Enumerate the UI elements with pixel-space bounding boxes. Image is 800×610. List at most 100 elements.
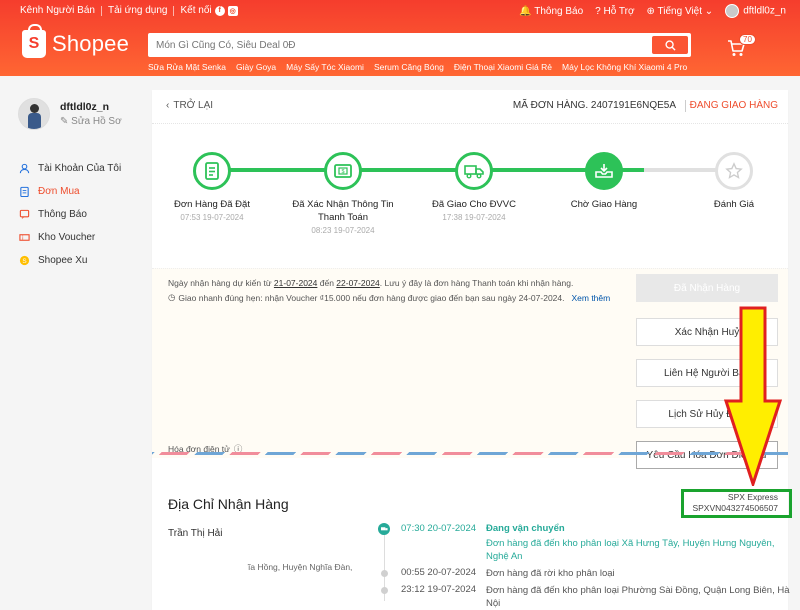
- back-button[interactable]: ‹ TRỞ LẠI: [166, 100, 213, 111]
- delivery-date-to: 22-07-2024: [336, 278, 380, 288]
- step-label: Đơn Hàng Đã Đặt: [174, 199, 250, 210]
- avatar: [725, 4, 740, 18]
- step-payment-confirmed: $ Đã Xác Nhận Thông Tin Thanh Toán 08:23…: [283, 152, 403, 235]
- sidebar-item-label: Đơn Mua: [38, 186, 80, 197]
- step-time: 17:38 19-07-2024: [442, 213, 506, 222]
- truck-icon: [455, 152, 493, 190]
- payment-icon: $: [324, 152, 362, 190]
- chevron-down-icon: ⌄: [704, 5, 714, 17]
- search-bar: [148, 33, 691, 57]
- step-label: Đánh Giá: [713, 199, 755, 210]
- header: Kênh Người Bán Tải ứng dụng Kết nối f ◎ …: [0, 0, 800, 76]
- on-time-guarantee: ◷ Giao nhanh đúng hẹn: nhận Voucher ₫15.…: [168, 292, 610, 303]
- user-icon: [18, 163, 30, 175]
- suggestion-link[interactable]: Serum Căng Bóng: [374, 62, 444, 72]
- suggestion-link[interactable]: Máy Lọc Không Khí Xiaomi 4 Pro: [562, 62, 687, 72]
- sidebar-item-label: Kho Voucher: [38, 232, 96, 243]
- order-header: ‹ TRỞ LẠI MÃ ĐƠN HÀNG. 2407191E6NQE5A ĐA…: [152, 90, 788, 124]
- order-received-button[interactable]: Đã Nhận Hàng: [636, 274, 778, 302]
- step-time: 08:23 19-07-2024: [311, 226, 375, 235]
- language-selector[interactable]: ⊕ Tiếng Việt ⌄: [647, 6, 714, 17]
- truck-icon: [378, 523, 390, 535]
- suggestion-link[interactable]: Sữa Rửa Mặt Senka: [148, 62, 226, 72]
- star-icon: [715, 152, 753, 190]
- search-suggestions: Sữa Rửa Mặt Senka Giày Goya Máy Sấy Tóc …: [148, 62, 687, 72]
- notice-text: . Lưu ý đây là đơn hàng Thanh toán khi n…: [379, 278, 574, 288]
- see-more-link[interactable]: Xem thêm: [571, 293, 610, 303]
- step-order-placed: Đơn Hàng Đã Đặt 07:53 19-07-2024: [152, 152, 272, 222]
- clock-icon: ◷: [168, 292, 176, 302]
- guarantee-text: Giao nhanh đúng hẹn: nhận Voucher ₫15.00…: [178, 292, 565, 303]
- receipt-icon: [193, 152, 231, 190]
- notifications-label: Thông Báo: [534, 5, 584, 17]
- globe-icon: ⊕: [646, 5, 655, 17]
- timeline-status: Đang vận chuyển: [486, 523, 565, 534]
- timeline-desc: Đơn hàng đã rời kho phân loại: [486, 568, 615, 579]
- language-label: Tiếng Việt: [657, 5, 703, 17]
- suggestion-link[interactable]: Máy Sấy Tóc Xiaomi: [286, 62, 364, 72]
- cart-button[interactable]: 70: [727, 34, 756, 60]
- edit-profile-link[interactable]: ✎ Sửa Hồ Sơ: [60, 116, 122, 127]
- svg-text:S: S: [22, 258, 26, 265]
- timeline-desc: Đơn hàng đã đến kho phân loại Xã Hưng Tâ…: [486, 538, 775, 549]
- suggestion-link[interactable]: Giày Goya: [236, 62, 276, 72]
- address-title: Địa Chỉ Nhận Hàng: [168, 496, 289, 512]
- sidebar-item-label: Thông Báo: [38, 209, 87, 220]
- help-link[interactable]: ? Hỗ Trợ: [595, 6, 634, 17]
- recipient-address: ĩa Hồng, Huyện Nghĩa Đàn,: [248, 562, 353, 572]
- timeline-time: 23:12 19-07-2024: [401, 584, 477, 595]
- sidebar-item-purchases[interactable]: Đơn Mua: [18, 180, 121, 203]
- search-icon: [664, 39, 676, 51]
- timeline-desc: Đơn hàng đã đến kho phân loại Phường Sài…: [486, 585, 790, 596]
- step-label: Chờ Giao Hàng: [570, 199, 638, 210]
- timeline-dot: [381, 570, 388, 577]
- divider: [173, 5, 175, 16]
- shopee-logo[interactable]: S Shopee: [22, 24, 129, 58]
- step-handed-to-carrier: Đã Giao Cho ĐVVC 17:38 19-07-2024: [414, 152, 534, 222]
- seller-channel-link[interactable]: Kênh Người Bán: [20, 5, 95, 16]
- recipient-name: Trần Thị Hải: [168, 528, 223, 539]
- step-time: 07:53 19-07-2024: [180, 213, 244, 222]
- search-input[interactable]: [148, 33, 638, 57]
- notifications-link[interactable]: 🔔 Thông Báo: [519, 6, 583, 17]
- suggestion-link[interactable]: Điện Thoại Xiaomi Giá Rẻ: [454, 62, 552, 72]
- sidebar-username: dftldl0z_n: [60, 101, 109, 113]
- timeline-time: 00:55 20-07-2024: [401, 567, 477, 578]
- sidebar-item-notifications[interactable]: Thông Báo: [18, 203, 121, 226]
- bell-icon: 🔔: [519, 5, 532, 17]
- instagram-icon[interactable]: ◎: [227, 5, 238, 16]
- bell-icon: [18, 209, 30, 221]
- clipboard-icon: [18, 186, 30, 198]
- sidebar-item-voucher[interactable]: Kho Voucher: [18, 226, 121, 249]
- sidebar-item-my-account[interactable]: Tài Khoản Của Tôi: [18, 157, 121, 180]
- order-progress-stepper: Đơn Hàng Đã Đặt 07:53 19-07-2024 $ Đã Xá…: [152, 134, 788, 254]
- download-app-link[interactable]: Tải ứng dụng: [108, 5, 168, 16]
- connect-label: Kết nối: [180, 5, 212, 16]
- envelope-border: [152, 452, 788, 455]
- notice-text: Ngày nhận hàng dự kiến từ: [168, 278, 274, 288]
- top-navbar: Kênh Người Bán Tải ứng dụng Kết nối f ◎ …: [0, 0, 800, 22]
- avatar[interactable]: [18, 98, 50, 130]
- shopping-bag-icon: S: [22, 24, 46, 58]
- timeline-time: 07:30 20-07-2024: [401, 523, 477, 534]
- down-arrow-annotation: [724, 306, 782, 486]
- order-status: ĐANG GIAO HÀNG: [689, 100, 778, 111]
- cart-count-badge: 70: [739, 34, 756, 45]
- help-icon: ?: [595, 5, 601, 17]
- step-review: Đánh Giá: [674, 152, 794, 211]
- step-label: Đã Xác Nhận Thông Tin Thanh Toán: [292, 199, 394, 223]
- delivery-date-from: 21-07-2024: [273, 278, 318, 288]
- facebook-icon[interactable]: f: [214, 5, 225, 16]
- search-button[interactable]: [652, 36, 688, 54]
- sidebar-user: dftldl0z_n ✎ Sửa Hồ Sơ: [18, 98, 122, 130]
- timeline-desc: Nội: [486, 598, 501, 609]
- sidebar-item-shopee-coins[interactable]: S Shopee Xu: [18, 249, 121, 272]
- svg-text:$: $: [341, 169, 344, 175]
- coin-icon: S: [18, 255, 30, 267]
- tracking-highlight-box: [681, 489, 792, 518]
- divider: [100, 5, 102, 16]
- account-menu[interactable]: dftldl0z_n: [725, 4, 786, 18]
- timeline-desc: Nghệ An: [486, 551, 523, 562]
- sidebar-menu: Tài Khoản Của Tôi Đơn Mua Thông Báo Kho …: [18, 157, 121, 272]
- divider: [685, 100, 686, 112]
